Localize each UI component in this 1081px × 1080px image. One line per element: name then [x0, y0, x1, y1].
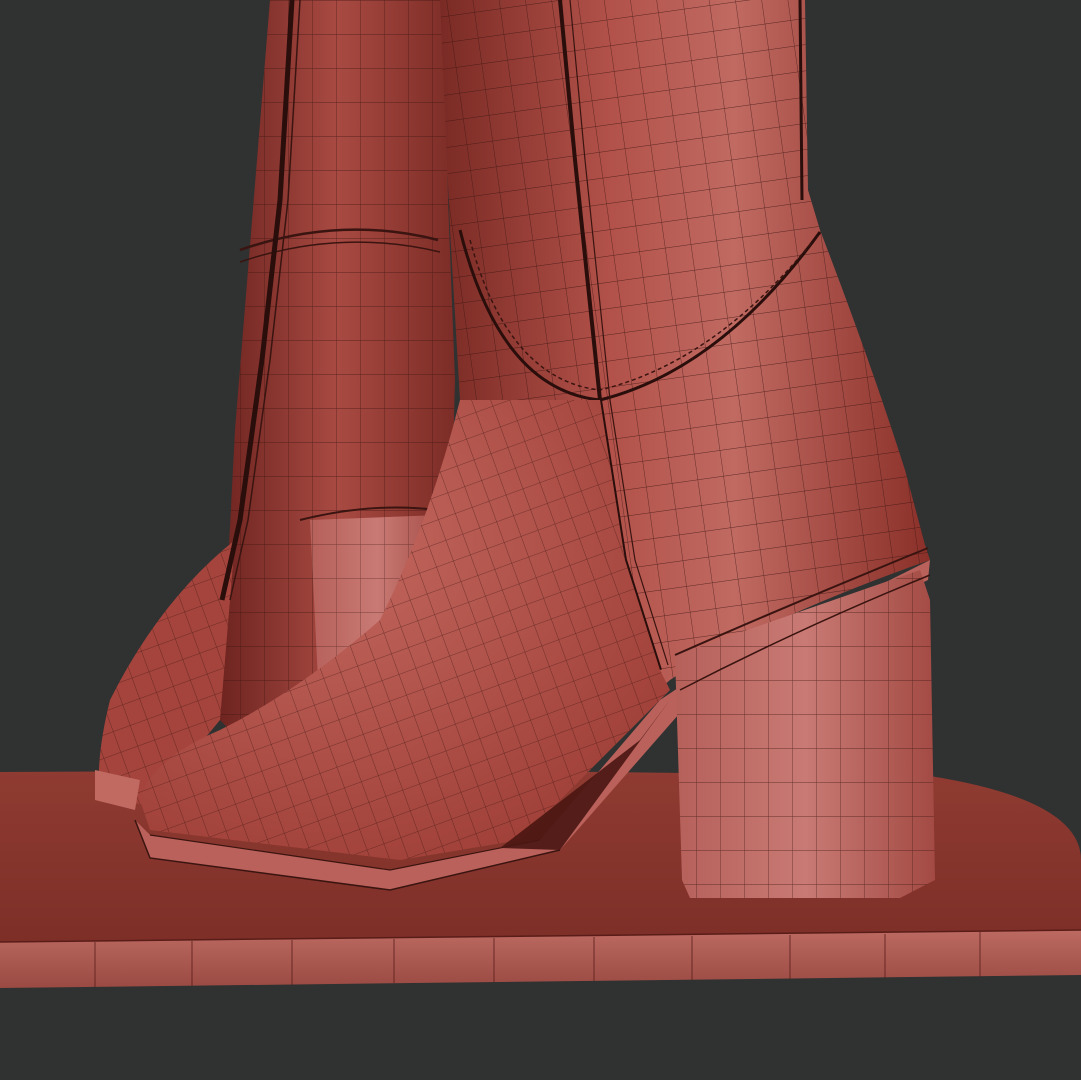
- render-viewport: [0, 0, 1081, 1080]
- boots-render: [0, 0, 1081, 988]
